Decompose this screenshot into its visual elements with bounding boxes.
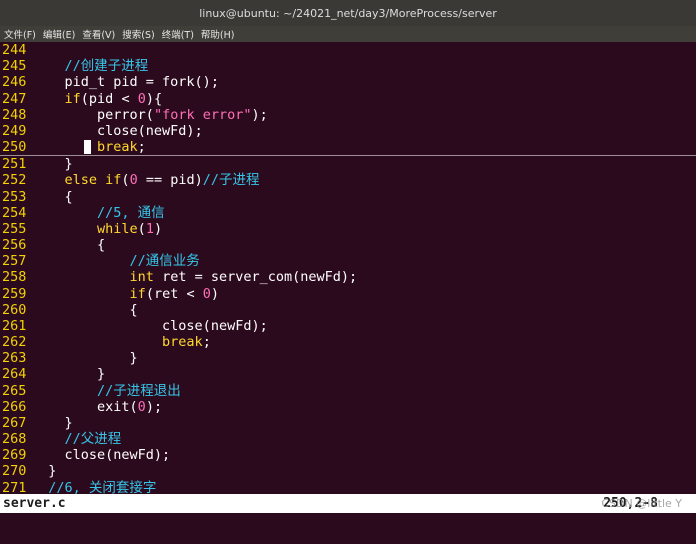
menu-bar: 文件(F) 编辑(E) 查看(V) 搜索(S) 终端(T) 帮助(H) xyxy=(0,26,696,42)
menu-edit[interactable]: 编辑(E) xyxy=(43,27,75,41)
code-line-260: 260 { xyxy=(0,302,696,318)
line-number: 269 xyxy=(2,447,27,464)
line-number: 270 xyxy=(2,463,27,480)
code-line-244: 244 xyxy=(0,42,696,58)
code-text: { xyxy=(97,237,106,254)
code-line-251: 251 } xyxy=(0,156,696,172)
vim-editor[interactable]: 244 245 //创建子进程 246 pid_t pid = fork(); … xyxy=(0,42,696,496)
menu-file[interactable]: 文件(F) xyxy=(4,27,36,41)
line-number: 244 xyxy=(2,42,27,58)
window-title: linux@ubuntu: ~/24021_net/day3/MoreProce… xyxy=(199,6,497,20)
code-line-245: 245 //创建子进程 xyxy=(0,58,696,74)
code-line-255: 255 while(1) xyxy=(0,221,696,237)
menu-help[interactable]: 帮助(H) xyxy=(201,27,235,41)
code-text: } xyxy=(97,366,106,383)
code-text: //父进程 xyxy=(64,431,122,448)
line-number: 259 xyxy=(2,285,27,302)
code-text: int ret = server_com(newFd); xyxy=(129,269,358,286)
code-text: close(newFd); xyxy=(162,317,268,334)
code-text: perror("fork error"); xyxy=(97,106,268,123)
code-line-266: 266 exit(0); xyxy=(0,399,696,415)
line-number: 254 xyxy=(2,204,27,221)
line-number: 268 xyxy=(2,431,27,448)
line-number: 257 xyxy=(2,253,27,270)
code-text: } xyxy=(64,156,73,173)
code-text: pid_t pid = fork(); xyxy=(64,74,219,91)
line-number: 255 xyxy=(2,220,27,237)
line-number: 253 xyxy=(2,188,27,205)
code-line-270: 270 } xyxy=(0,463,696,479)
code-text: //5, 通信 xyxy=(97,204,165,221)
code-text: { xyxy=(129,301,138,318)
code-text: //创建子进程 xyxy=(64,58,149,75)
code-text: { xyxy=(64,188,73,205)
code-line-267: 267 } xyxy=(0,415,696,431)
code-line-249: 249 close(newFd); xyxy=(0,123,696,139)
code-line-262: 262 break; xyxy=(0,334,696,350)
code-line-252: 252 else if(0 == pid)//子进程 xyxy=(0,172,696,188)
code-line-259: 259 if(ret < 0) xyxy=(0,286,696,302)
line-number: 249 xyxy=(2,122,27,139)
code-line-246: 246 pid_t pid = fork(); xyxy=(0,74,696,90)
code-line-253: 253 { xyxy=(0,189,696,205)
menu-search[interactable]: 搜索(S) xyxy=(122,27,154,41)
code-line-265: 265 //子进程退出 xyxy=(0,383,696,399)
line-number: 245 xyxy=(2,58,27,75)
line-number: 264 xyxy=(2,366,27,383)
code-line-250: 250 break; xyxy=(0,139,696,157)
line-number: 258 xyxy=(2,269,27,286)
code-text: break; xyxy=(162,334,211,351)
code-line-248: 248 perror("fork error"); xyxy=(0,107,696,123)
code-text: else if(0 == pid)//子进程 xyxy=(64,172,260,189)
line-number: 248 xyxy=(2,106,27,123)
code-text: while(1) xyxy=(97,220,163,237)
code-line-261: 261 close(newFd); xyxy=(0,318,696,334)
code-text: if(ret < 0) xyxy=(129,285,220,302)
code-text: if(pid < 0){ xyxy=(64,90,163,107)
code-text: exit(0); xyxy=(97,398,163,415)
line-number: 260 xyxy=(2,301,27,318)
line-number: 261 xyxy=(2,317,27,334)
code-line-247: 247 if(pid < 0){ xyxy=(0,91,696,107)
line-number: 263 xyxy=(2,350,27,367)
window-title-bar: linux@ubuntu: ~/24021_net/day3/MoreProce… xyxy=(0,0,696,27)
code-line-257: 257 //通信业务 xyxy=(0,253,696,269)
code-line-256: 256 { xyxy=(0,237,696,253)
line-number: 246 xyxy=(2,74,27,91)
menu-view[interactable]: 查看(V) xyxy=(82,27,115,41)
line-number: 265 xyxy=(2,382,27,399)
vim-status-bar: server.c 250,2-8 xyxy=(0,494,696,513)
code-line-264: 264 } xyxy=(0,366,696,382)
line-number: 252 xyxy=(2,172,27,189)
code-text: } xyxy=(48,463,57,480)
code-line-268: 268 //父进程 xyxy=(0,431,696,447)
status-filename: server.c xyxy=(3,496,66,511)
line-number: 247 xyxy=(2,90,27,107)
line-number: 266 xyxy=(2,398,27,415)
code-text: } xyxy=(64,414,73,431)
code-line-258: 258 int ret = server_com(newFd); xyxy=(0,269,696,285)
code-line-263: 263 } xyxy=(0,350,696,366)
code-text: close(newFd); xyxy=(64,447,171,464)
watermark: CSDN @little Y xyxy=(601,497,682,510)
line-number: 250 xyxy=(2,139,27,156)
line-number: 267 xyxy=(2,414,27,431)
line-number: 256 xyxy=(2,237,27,254)
code-text: } xyxy=(129,350,138,367)
code-text: close(newFd); xyxy=(97,122,203,139)
code-line-254: 254 //5, 通信 xyxy=(0,205,696,221)
line-number: 262 xyxy=(2,334,27,351)
code-text: break; xyxy=(97,139,146,156)
code-text: //子进程退出 xyxy=(97,382,181,399)
code-line-269: 269 close(newFd); xyxy=(0,447,696,463)
menu-terminal[interactable]: 终端(T) xyxy=(162,27,194,41)
line-number: 251 xyxy=(2,156,27,173)
code-text: //通信业务 xyxy=(129,253,200,270)
